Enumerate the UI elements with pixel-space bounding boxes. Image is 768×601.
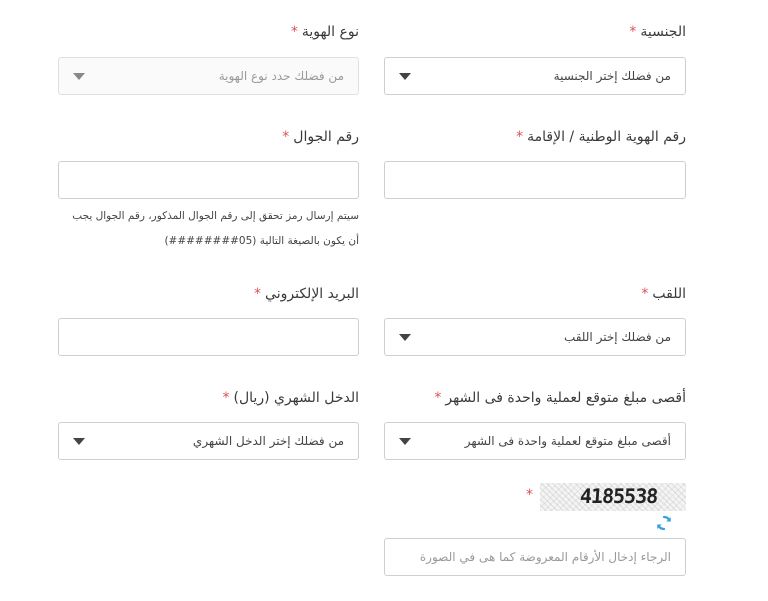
title-label-text: اللقب — [652, 286, 686, 302]
max-amount-select[interactable]: أقصى مبلغ متوقع لعملية واحدة فى الشهر — [384, 422, 686, 460]
mobile-input[interactable] — [58, 161, 359, 199]
refresh-icon[interactable] — [655, 514, 673, 532]
captcha-input[interactable]: الرجاء إدخال الأرقام المعروضة كما هى في … — [384, 538, 686, 576]
mobile-hint-line-1: سيتم إرسال رمز تحقق إلى رقم الجوال المذك… — [72, 210, 359, 222]
required-mark: * — [254, 286, 262, 302]
max-amount-label: أقصى مبلغ متوقع لعملية واحدة فى الشهر* — [434, 390, 686, 406]
id-type-label-text: نوع الهوية — [301, 24, 359, 40]
monthly-income-selected-value: من فضلك إختر الدخل الشهري — [192, 434, 344, 448]
chevron-down-icon — [399, 438, 411, 445]
required-mark: * — [222, 390, 230, 406]
monthly-income-select[interactable]: من فضلك إختر الدخل الشهري — [58, 422, 359, 460]
mobile-label-text: رقم الجوال — [293, 129, 359, 145]
required-mark: * — [641, 286, 649, 302]
nationality-select[interactable]: من فضلك إختر الجنسية — [384, 57, 686, 95]
max-amount-label-text: أقصى مبلغ متوقع لعملية واحدة فى الشهر — [445, 390, 686, 406]
registration-form: الجنسية* من فضلك إختر الجنسية نوع الهوية… — [0, 0, 768, 601]
mobile-hint-line-2: أن يكون بالصيغة التالية (05########) — [164, 235, 359, 247]
required-mark: * — [290, 24, 298, 40]
nationality-selected-value: من فضلك إختر الجنسية — [553, 69, 671, 83]
chevron-down-icon — [73, 438, 85, 445]
title-selected-value: من فضلك إختر اللقب — [563, 330, 671, 344]
max-amount-selected-value: أقصى مبلغ متوقع لعملية واحدة فى الشهر — [464, 434, 671, 448]
id-type-selected-value: من فضلك حدد نوع الهوية — [218, 69, 344, 83]
id-type-select[interactable]: من فضلك حدد نوع الهوية — [58, 57, 359, 95]
required-mark: * — [629, 24, 637, 40]
monthly-income-label: الدخل الشهري (ريال)* — [223, 390, 359, 406]
required-mark: * — [434, 390, 442, 406]
id-type-label: نوع الهوية* — [291, 24, 359, 40]
national-id-label-text: رقم الهوية الوطنية / الإقامة — [527, 129, 686, 145]
captcha-required-mark: * — [526, 487, 533, 503]
chevron-down-icon — [399, 73, 411, 80]
monthly-income-label-text: الدخل الشهري (ريال) — [233, 390, 359, 406]
title-select[interactable]: من فضلك إختر اللقب — [384, 318, 686, 356]
email-label-text: البريد الإلكتروني — [265, 286, 359, 302]
email-input[interactable] — [58, 318, 359, 356]
captcha-input-placeholder: الرجاء إدخال الأرقام المعروضة كما هى في … — [419, 550, 671, 564]
title-label: اللقب* — [641, 286, 686, 302]
required-mark: * — [282, 129, 290, 145]
required-mark: * — [516, 129, 524, 145]
captcha-image: 4185538 — [540, 483, 686, 511]
nationality-label: الجنسية* — [629, 24, 686, 40]
national-id-input[interactable] — [384, 161, 686, 199]
nationality-label-text: الجنسية — [640, 24, 686, 40]
email-label: البريد الإلكتروني* — [254, 286, 359, 302]
chevron-down-icon — [399, 334, 411, 341]
mobile-label: رقم الجوال* — [282, 129, 359, 145]
chevron-down-icon — [73, 73, 85, 80]
captcha-code: 4185538 — [579, 484, 659, 508]
national-id-label: رقم الهوية الوطنية / الإقامة* — [516, 129, 686, 145]
